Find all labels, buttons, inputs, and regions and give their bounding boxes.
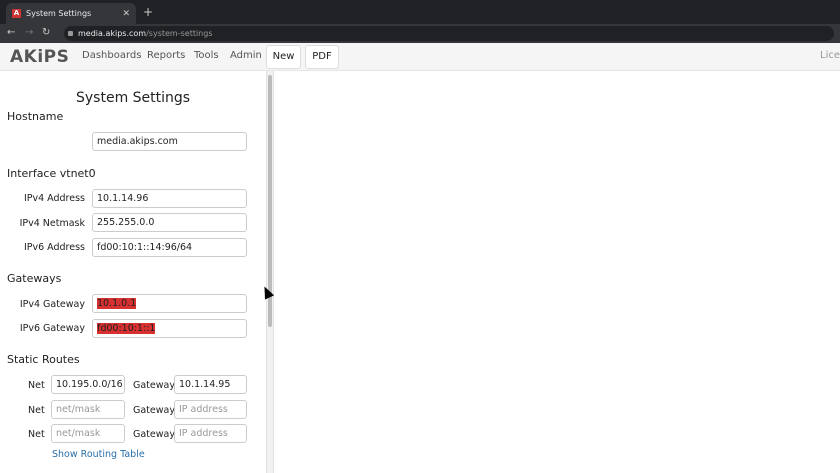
hostname-input[interactable]: media.akips.com xyxy=(92,132,247,151)
route-net-input[interactable]: 10.195.0.0/16 xyxy=(51,375,125,394)
ipv6-gateway-label: IPv6 Gateway xyxy=(19,323,85,334)
page-title: System Settings xyxy=(76,90,191,106)
route-net-input[interactable]: net/mask xyxy=(51,424,125,443)
menu-admin[interactable]: Admin xyxy=(230,50,262,61)
gateway-label: Gateway xyxy=(133,429,175,440)
akips-favicon-icon: A xyxy=(12,9,21,18)
route-net-input[interactable]: net/mask xyxy=(51,400,125,419)
ipv6-gateway-input[interactable]: fd00:10:1::1 xyxy=(92,319,247,338)
url-bar[interactable]: media.akips.com/system-settings xyxy=(64,26,834,41)
ipv4-netmask-label: IPv4 Netmask xyxy=(19,218,85,229)
menu-license[interactable]: Lice xyxy=(820,50,840,61)
browser-tab-bar: A System Settings ✕ + xyxy=(0,0,840,24)
address-bar-row: ← → ↻ media.akips.com/system-settings xyxy=(0,24,840,43)
back-icon[interactable]: ← xyxy=(7,27,15,38)
ipv6-address-input[interactable]: fd00:10:1::14:96/64 xyxy=(92,238,247,257)
menu-dashboards[interactable]: Dashboards xyxy=(82,50,141,61)
ipv4-address-label: IPv4 Address xyxy=(23,193,85,204)
forward-icon[interactable]: → xyxy=(25,27,33,38)
new-tab-icon[interactable]: + xyxy=(143,5,153,19)
net-label: Net xyxy=(28,405,45,416)
static-routes-heading: Static Routes xyxy=(7,353,80,366)
gateways-heading: Gateways xyxy=(7,272,62,285)
new-button[interactable]: New xyxy=(266,45,301,69)
gateway-label: Gateway xyxy=(133,380,175,391)
url-path: /system-settings xyxy=(146,29,213,38)
gateway-label: Gateway xyxy=(133,405,175,416)
ipv6-gateway-value: fd00:10:1::1 xyxy=(97,323,156,334)
ipv4-gateway-value: 10.1.0.1 xyxy=(97,298,137,309)
route-gateway-input[interactable]: 10.1.14.95 xyxy=(174,375,247,394)
route-gateway-input[interactable]: IP address xyxy=(174,400,247,419)
pdf-button[interactable]: PDF xyxy=(305,45,339,69)
panel-scrollbar[interactable] xyxy=(266,71,274,473)
hostname-heading: Hostname xyxy=(7,110,64,123)
tab-title: System Settings xyxy=(26,9,92,18)
ipv4-address-input[interactable]: 10.1.14.96 xyxy=(92,189,247,208)
close-tab-icon[interactable]: ✕ xyxy=(122,9,130,19)
menu-tools[interactable]: Tools xyxy=(194,50,219,61)
net-label: Net xyxy=(28,380,45,391)
browser-tab[interactable]: A System Settings ✕ xyxy=(6,3,136,24)
ipv4-netmask-input[interactable]: 255.255.0.0 xyxy=(92,213,247,232)
lock-icon xyxy=(68,31,73,36)
show-routing-table-link[interactable]: Show Routing Table xyxy=(52,449,145,460)
app-header: AKiPS Dashboards Reports Tools Admin New… xyxy=(0,43,840,71)
ipv4-gateway-input[interactable]: 10.1.0.1 xyxy=(92,294,247,313)
menu-reports[interactable]: Reports xyxy=(147,50,185,61)
akips-logo[interactable]: AKiPS xyxy=(10,47,69,67)
net-label: Net xyxy=(28,429,45,440)
reload-icon[interactable]: ↻ xyxy=(42,27,50,38)
route-gateway-input[interactable]: IP address xyxy=(174,424,247,443)
ipv6-address-label: IPv6 Address xyxy=(23,242,85,253)
settings-panel: System Settings Hostname media.akips.com… xyxy=(0,71,266,473)
ipv4-gateway-label: IPv4 Gateway xyxy=(19,299,85,310)
url-host: media.akips.com xyxy=(78,29,147,38)
interface-heading: Interface vtnet0 xyxy=(7,167,96,180)
